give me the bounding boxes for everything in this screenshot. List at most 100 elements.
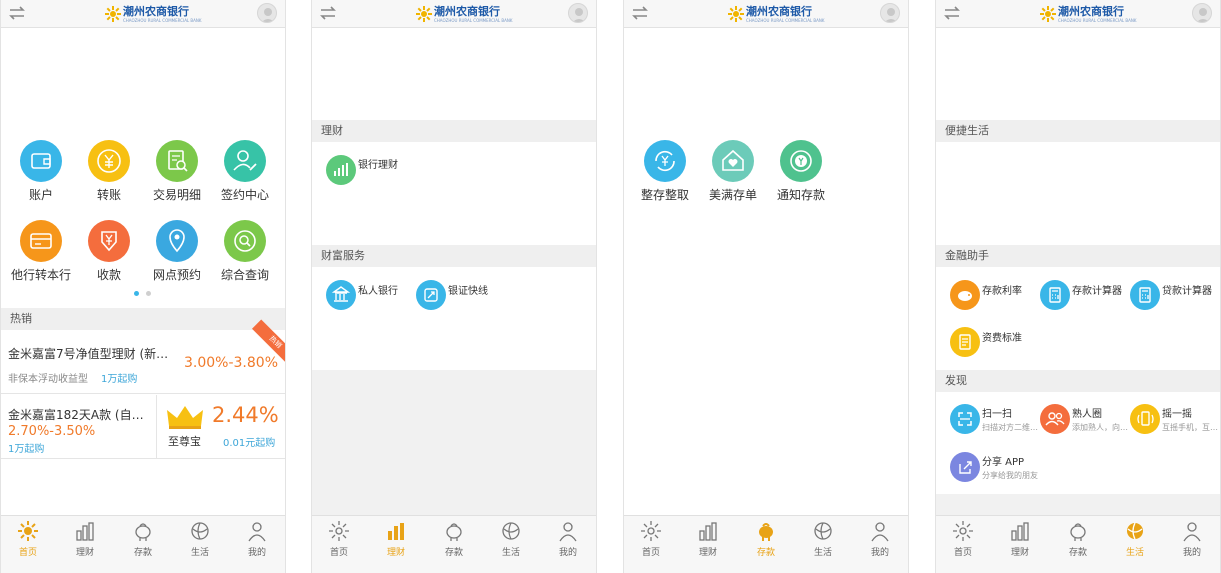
tab-deposit[interactable]: 存款 (746, 520, 786, 568)
tab-finance[interactable]: 理财 (1000, 520, 1040, 568)
deposit-rate-label[interactable]: 存款利率 (982, 282, 1022, 297)
bank-building-icon[interactable] (326, 280, 356, 310)
bar-chart-icon[interactable] (326, 155, 356, 185)
friends-icon[interactable] (1040, 404, 1070, 434)
product-card-3[interactable]: 至尊宝 2.44% 0.01元起购 (157, 395, 285, 459)
tab-life[interactable]: 生活 (803, 520, 843, 568)
fee-list-icon[interactable] (950, 327, 980, 357)
switch-account-icon[interactable] (318, 4, 338, 22)
grid-label-general-query[interactable]: 综合查询 (210, 266, 280, 283)
page-indicator-active[interactable] (134, 291, 139, 296)
switch-account-icon[interactable] (630, 4, 650, 22)
scan-icon[interactable] (950, 404, 980, 434)
scan-label[interactable]: 扫一扫 (982, 405, 1012, 420)
brand-logo: 潮州农商银行 CHAOZHOU RURAL COMMERCIAL BANK (728, 3, 825, 25)
tab-home[interactable]: 首页 (319, 520, 359, 568)
share-icon[interactable] (950, 452, 980, 482)
calculator-icon[interactable] (1040, 280, 1070, 310)
shake-label[interactable]: 摇一摇 (1162, 405, 1192, 420)
grid-label-account[interactable]: 账户 (6, 186, 76, 203)
loan-calculator-label[interactable]: 贷款计算器 (1162, 282, 1212, 297)
exchange-icon[interactable] (416, 280, 446, 310)
yen-circle-icon[interactable] (88, 140, 130, 182)
tab-label: 生活 (1125, 548, 1144, 558)
app-store-screenshots: 潮州农商银行 CHAOZHOU RURAL COMMERCIAL BANK 账户… (0, 0, 1221, 573)
grid-label-interbank[interactable]: 他行转本行 (6, 266, 76, 283)
product-min: 1万起购 (101, 374, 138, 385)
user-sign-icon[interactable] (224, 140, 266, 182)
tab-life[interactable]: 生活 (1115, 520, 1155, 568)
brand-subtitle: CHAOZHOU RURAL COMMERCIAL BANK (123, 17, 202, 23)
piggy-bank-icon[interactable] (950, 280, 980, 310)
share-app-desc: 分享给我的朋友 (982, 471, 1038, 480)
shake-phone-icon[interactable] (1130, 404, 1160, 434)
calculator-icon[interactable] (1130, 280, 1160, 310)
search-circle-icon[interactable] (224, 220, 266, 262)
fee-standard-label[interactable]: 资费标准 (982, 329, 1022, 344)
avatar[interactable] (1192, 3, 1212, 23)
wallet-icon[interactable] (20, 140, 62, 182)
deposit-calculator-label[interactable]: 存款计算器 (1072, 282, 1122, 297)
securities-link-label[interactable]: 银证快线 (448, 282, 488, 297)
section-hot-sales: 热销 (1, 308, 285, 330)
tab-deposit[interactable]: 存款 (123, 520, 163, 568)
product-card-2[interactable]: 金米嘉富182天A款 (自… 2.70%-3.50% 1万起购 (1, 395, 157, 459)
card-transfer-icon[interactable] (20, 220, 62, 262)
tab-mine[interactable]: 我的 (860, 520, 900, 568)
grid-label-transfer[interactable]: 转账 (74, 186, 144, 203)
tab-finance[interactable]: 理财 (688, 520, 728, 568)
avatar[interactable] (257, 3, 277, 23)
switch-account-icon[interactable] (942, 4, 962, 22)
tab-label: 首页 (641, 548, 660, 558)
page-indicator[interactable] (146, 291, 151, 296)
brand-logo: 潮州农商银行 CHAOZHOU RURAL COMMERCIAL BANK (105, 3, 202, 25)
life-circle-icon (1127, 522, 1143, 540)
tab-mine[interactable]: 我的 (548, 520, 588, 568)
tab-bar: 首页 理财 存款 生活 我的 (312, 515, 596, 573)
tab-deposit[interactable]: 存款 (1058, 520, 1098, 568)
yen-bell-icon[interactable] (780, 140, 822, 182)
empty-area (312, 370, 596, 515)
private-banking-label[interactable]: 私人银行 (358, 282, 398, 297)
location-pin-icon[interactable] (156, 220, 198, 262)
bank-wealth-label[interactable]: 银行理财 (358, 156, 398, 171)
fixed-deposit-label[interactable]: 整存整取 (630, 186, 700, 203)
grid-label-transactions[interactable]: 交易明细 (142, 186, 212, 203)
tab-mine[interactable]: 我的 (1172, 520, 1212, 568)
friends-circle-label[interactable]: 熟人圈 (1072, 405, 1102, 420)
screen-home: 潮州农商银行 CHAOZHOU RURAL COMMERCIAL BANK 账户… (0, 0, 286, 573)
tab-label: 存款 (756, 548, 775, 558)
notice-deposit-label[interactable]: 通知存款 (766, 186, 836, 203)
tab-home[interactable]: 首页 (943, 520, 983, 568)
switch-account-icon[interactable] (7, 4, 27, 22)
tab-life[interactable]: 生活 (180, 520, 220, 568)
tab-home[interactable]: 首页 (631, 520, 671, 568)
receipt-search-icon[interactable] (156, 140, 198, 182)
tab-label: 我的 (558, 548, 577, 558)
grid-label-sign-center[interactable]: 签约中心 (210, 186, 280, 203)
tab-deposit[interactable]: 存款 (434, 520, 474, 568)
home-heart-icon[interactable] (712, 140, 754, 182)
avatar[interactable] (568, 3, 588, 23)
brand-subtitle: CHAOZHOU RURAL COMMERCIAL BANK (434, 17, 513, 23)
tab-finance[interactable]: 理财 (376, 520, 416, 568)
tab-label: 理财 (1010, 548, 1029, 558)
user-avatar-icon (261, 8, 275, 22)
grid-label-receive[interactable]: 收款 (74, 266, 144, 283)
tab-bar: 首页 理财 存款 生活 我的 (1, 515, 285, 573)
sunflower-icon (953, 521, 973, 541)
tab-life[interactable]: 生活 (491, 520, 531, 568)
happy-deposit-label[interactable]: 美满存单 (698, 186, 768, 203)
yen-refresh-icon[interactable] (644, 140, 686, 182)
tab-mine[interactable]: 我的 (237, 520, 277, 568)
avatar[interactable] (880, 3, 900, 23)
share-app-label[interactable]: 分享 APP (982, 453, 1024, 468)
brand-logo: 潮州农商银行 CHAOZHOU RURAL COMMERCIAL BANK (416, 3, 513, 25)
bar-chart-icon (76, 522, 94, 541)
tab-home[interactable]: 首页 (8, 520, 48, 568)
yen-download-icon[interactable] (88, 220, 130, 262)
product-card-1[interactable]: 金米嘉富7号净值型理财 (新… 非保本浮动收益型 1万起购 3.00%-3.80… (1, 319, 285, 394)
tab-finance[interactable]: 理财 (65, 520, 105, 568)
grid-label-branch-booking[interactable]: 网点预约 (142, 266, 212, 283)
product-title: 金米嘉富182天A款 (自… (8, 408, 144, 422)
